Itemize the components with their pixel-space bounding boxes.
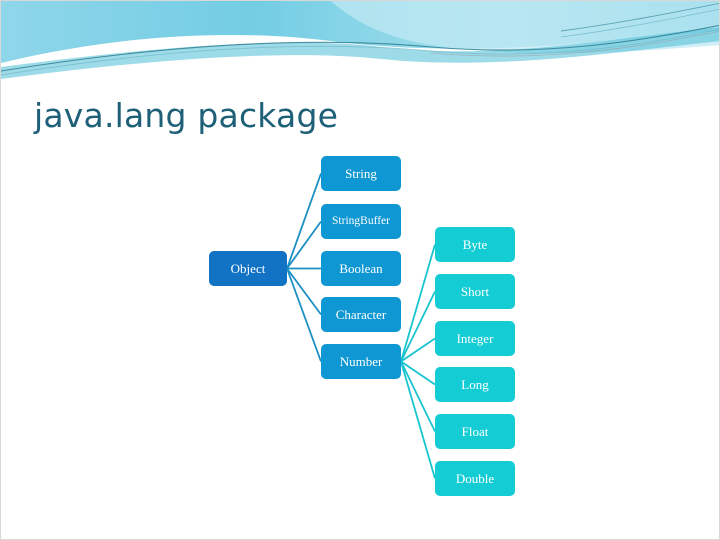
node-label: Object <box>230 261 266 276</box>
node-double[interactable]: Double <box>435 461 515 496</box>
node-label: Number <box>339 354 383 369</box>
node-stringbuffer[interactable]: StringBuffer <box>321 204 401 239</box>
node-byte[interactable]: Byte <box>435 227 515 262</box>
node-label: Short <box>460 284 490 299</box>
node-label: Float <box>461 424 489 439</box>
node-character[interactable]: Character <box>321 297 401 332</box>
node-long[interactable]: Long <box>435 367 515 402</box>
connector-object-to-string <box>286 173 322 269</box>
node-label: Long <box>461 377 489 392</box>
node-label: Boolean <box>339 261 383 276</box>
node-label: Double <box>455 471 495 486</box>
node-label: StringBuffer <box>332 214 390 227</box>
node-label: Byte <box>462 237 488 252</box>
class-hierarchy-diagram: Object String StringBuffer Boolean Character… <box>1 1 719 539</box>
connector-object-to-character <box>286 267 322 316</box>
node-number[interactable]: Number <box>321 344 401 379</box>
connector-object-to-stringbuffer <box>286 220 322 270</box>
node-object[interactable]: Object <box>209 251 287 286</box>
node-float[interactable]: Float <box>435 414 515 449</box>
node-short[interactable]: Short <box>435 274 515 309</box>
connector-object-to-number <box>286 268 322 362</box>
node-boolean[interactable]: Boolean <box>321 251 401 286</box>
node-integer[interactable]: Integer <box>435 321 515 356</box>
slide-canvas: java.lang package Object String StringBuff… <box>0 0 720 540</box>
node-label: Character <box>335 307 387 322</box>
node-label: String <box>345 166 377 181</box>
node-string[interactable]: String <box>321 156 401 191</box>
node-label: Integer <box>456 331 494 346</box>
